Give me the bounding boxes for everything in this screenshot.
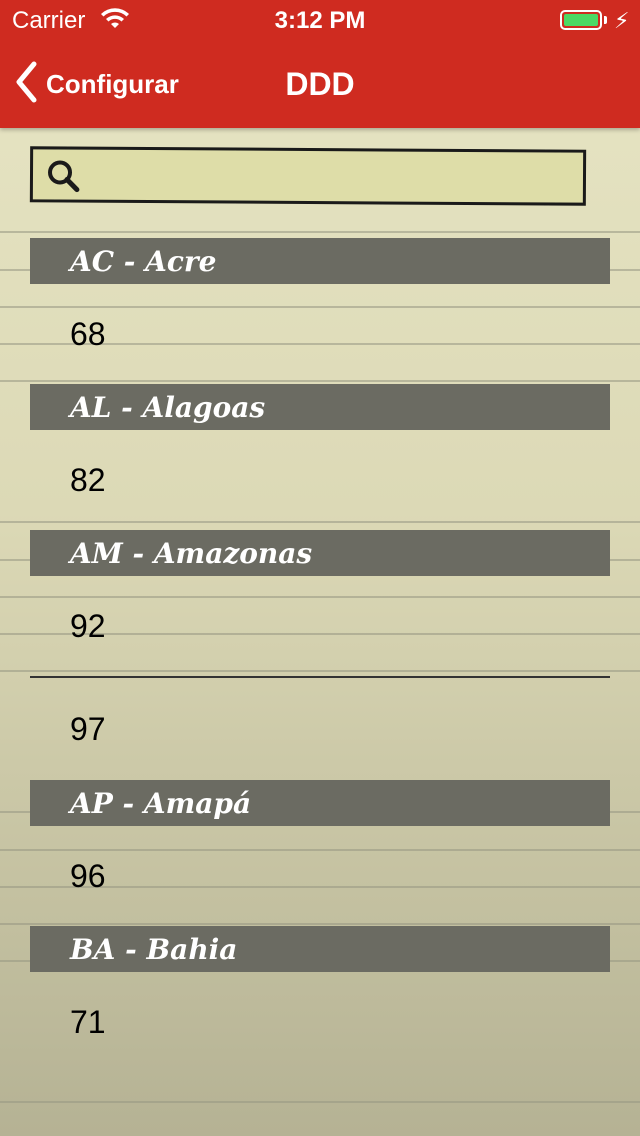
search-bar[interactable]	[29, 146, 587, 206]
section-header: AP - Amapá	[30, 780, 610, 826]
navigation-bar: Carrier 3:12 PM ⚡ Configurar DDD	[0, 0, 640, 128]
battery-icon	[560, 10, 602, 30]
list-item[interactable]: 92	[0, 576, 640, 676]
battery-level	[564, 14, 598, 26]
section-header: AL - Alagoas	[30, 384, 610, 430]
list-item[interactable]: 96	[0, 826, 640, 926]
list-item[interactable]: 68	[0, 284, 640, 384]
clock: 3:12 PM	[274, 7, 366, 34]
section-header: AM - Amazonas	[30, 530, 610, 576]
page-title: DDD	[285, 66, 355, 102]
section-header: BA - Bahia	[30, 926, 610, 972]
section-header: AC - Acre	[30, 238, 610, 284]
list-item[interactable]: 82	[0, 430, 640, 530]
ddd-list: AC - Acre 68 AL - Alagoas 82 AM - Amazon…	[0, 238, 640, 1072]
status-bar: Carrier 3:12 PM ⚡	[0, 0, 640, 40]
search-icon	[47, 159, 81, 198]
list-item[interactable]: 97	[0, 678, 640, 780]
search-input[interactable]	[92, 157, 578, 199]
battery-cap	[604, 16, 607, 24]
list-item[interactable]: 71	[0, 972, 640, 1072]
charging-icon: ⚡	[614, 8, 630, 33]
